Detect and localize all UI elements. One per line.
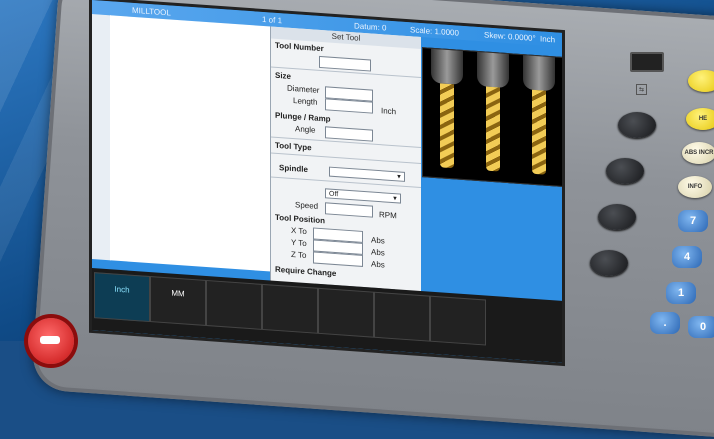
plunge-ramp-label: Plunge / Ramp bbox=[275, 110, 331, 124]
keypad-4[interactable]: 4 bbox=[672, 246, 702, 268]
usb-port bbox=[630, 52, 664, 72]
end-mill-flute bbox=[486, 86, 500, 172]
softkey-5[interactable] bbox=[318, 287, 374, 338]
softkey-4[interactable] bbox=[262, 283, 318, 334]
z-to-input[interactable] bbox=[313, 251, 363, 267]
angle-label: Angle bbox=[295, 124, 316, 135]
chevron-down-icon: ▼ bbox=[396, 174, 402, 181]
tool-type-label: Tool Type bbox=[275, 140, 312, 153]
yellow-button[interactable] bbox=[688, 70, 714, 92]
scale-readout: Scale: 1.0000 bbox=[410, 24, 459, 38]
emergency-stop-button[interactable] bbox=[28, 318, 74, 364]
tool-graphic bbox=[519, 55, 559, 186]
y-abs-label: Abs bbox=[371, 247, 385, 258]
tool-number-label: Tool Number bbox=[275, 40, 324, 54]
abs-incr-button[interactable]: ABS INCR bbox=[682, 142, 714, 164]
chevron-down-icon: ▼ bbox=[392, 195, 398, 203]
tool-holder bbox=[431, 48, 463, 85]
program-tree-panel[interactable] bbox=[110, 15, 271, 272]
require-change-label: Require Change bbox=[275, 264, 337, 279]
diameter-label: Diameter bbox=[287, 83, 320, 95]
tool-type-select[interactable]: ▼ bbox=[329, 166, 405, 182]
speed-unit: RPM bbox=[379, 210, 397, 221]
divider bbox=[271, 152, 421, 165]
spindle-label: Spindle bbox=[279, 163, 308, 175]
help-button[interactable]: HE bbox=[686, 108, 714, 130]
end-mill-flute bbox=[532, 89, 546, 175]
end-mill-flute bbox=[440, 83, 454, 169]
program-path: MILLTOOL bbox=[132, 5, 171, 18]
keypad-dot[interactable]: . bbox=[650, 312, 680, 334]
z-abs-label: Abs bbox=[371, 259, 385, 270]
usb-icon: ⇆ bbox=[636, 84, 648, 95]
softkey-6[interactable] bbox=[374, 291, 430, 342]
skew-readout: Skew: 0.0000° bbox=[484, 29, 536, 43]
keypad-7[interactable]: 7 bbox=[678, 210, 708, 232]
tool-preview bbox=[422, 47, 562, 188]
spindle-select[interactable]: Off ▼ bbox=[325, 188, 401, 204]
tool-holder bbox=[523, 55, 555, 92]
z-to-label: Z To bbox=[291, 249, 307, 260]
tool-number-input[interactable] bbox=[319, 55, 371, 72]
info-button[interactable]: INFO bbox=[678, 176, 712, 198]
softkey-3[interactable] bbox=[206, 279, 262, 330]
tool-graphic bbox=[427, 48, 467, 179]
tool-graphic bbox=[473, 51, 513, 183]
tree-gutter bbox=[92, 14, 111, 261]
softkey-7[interactable] bbox=[430, 295, 486, 346]
side-button-3[interactable] bbox=[598, 204, 636, 230]
keypad-1[interactable]: 1 bbox=[666, 282, 696, 304]
y-to-label: Y To bbox=[291, 237, 307, 249]
size-label: Size bbox=[275, 70, 292, 81]
keypad-0[interactable]: 0 bbox=[688, 316, 714, 338]
x-abs-label: Abs bbox=[371, 235, 385, 246]
side-button-2[interactable] bbox=[606, 158, 644, 184]
softkey-mm[interactable]: MM bbox=[150, 276, 206, 326]
tool-holder bbox=[477, 51, 509, 89]
length-unit: Inch bbox=[381, 106, 397, 117]
tool-position-label: Tool Position bbox=[275, 212, 326, 226]
side-button-4[interactable] bbox=[590, 250, 628, 276]
display-screen: MILLTOOL 1 of 1 Datum: 0 Scale: 1.0000 S… bbox=[92, 0, 562, 363]
page-indicator: 1 of 1 bbox=[262, 14, 283, 25]
side-button-1[interactable] bbox=[618, 112, 656, 138]
length-label: Length bbox=[293, 96, 318, 107]
length-input[interactable] bbox=[325, 98, 373, 114]
datum-readout: Datum: 0 bbox=[354, 20, 387, 33]
units-readout: Inch bbox=[540, 33, 556, 44]
x-to-label: X To bbox=[291, 225, 307, 237]
spindle-select-value: Off bbox=[329, 190, 339, 199]
speed-label: Speed bbox=[295, 200, 319, 211]
softkey-inch[interactable]: Inch bbox=[94, 272, 150, 323]
angle-input[interactable] bbox=[325, 126, 373, 142]
speed-input[interactable] bbox=[325, 202, 373, 218]
